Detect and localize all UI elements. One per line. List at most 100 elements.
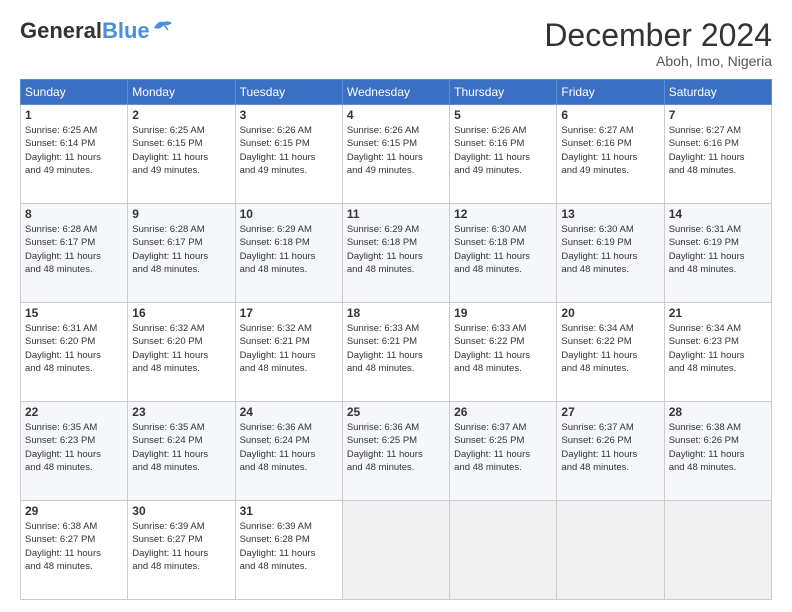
day-number: 22 [25, 405, 123, 419]
day-info: Sunrise: 6:32 AM Sunset: 6:21 PM Dayligh… [240, 322, 338, 375]
day-info: Sunrise: 6:35 AM Sunset: 6:24 PM Dayligh… [132, 421, 230, 474]
day-info: Sunrise: 6:31 AM Sunset: 6:19 PM Dayligh… [669, 223, 767, 276]
table-row: 23 Sunrise: 6:35 AM Sunset: 6:24 PM Dayli… [128, 402, 235, 501]
day-info: Sunrise: 6:35 AM Sunset: 6:23 PM Dayligh… [25, 421, 123, 474]
table-row: 13 Sunrise: 6:30 AM Sunset: 6:19 PM Dayli… [557, 204, 664, 303]
table-row: 17 Sunrise: 6:32 AM Sunset: 6:21 PM Dayli… [235, 303, 342, 402]
calendar-week-row: 29 Sunrise: 6:38 AM Sunset: 6:27 PM Dayli… [21, 501, 772, 600]
page: General Blue December 2024 Aboh, Imo, Ni… [0, 0, 792, 612]
table-row: 26 Sunrise: 6:37 AM Sunset: 6:25 PM Dayli… [450, 402, 557, 501]
day-number: 9 [132, 207, 230, 221]
day-info: Sunrise: 6:34 AM Sunset: 6:22 PM Dayligh… [561, 322, 659, 375]
month-title: December 2024 [544, 18, 772, 53]
col-tuesday: Tuesday [235, 80, 342, 105]
day-info: Sunrise: 6:38 AM Sunset: 6:27 PM Dayligh… [25, 520, 123, 573]
table-row: 27Sunrise: 6:37 AM Sunset: 6:26 PM Dayli… [557, 402, 664, 501]
day-info: Sunrise: 6:29 AM Sunset: 6:18 PM Dayligh… [240, 223, 338, 276]
table-row: 15 Sunrise: 6:31 AM Sunset: 6:20 PM Dayli… [21, 303, 128, 402]
table-row: 8 Sunrise: 6:28 AM Sunset: 6:17 PM Daylig… [21, 204, 128, 303]
table-row [342, 501, 449, 600]
day-info: Sunrise: 6:31 AM Sunset: 6:20 PM Dayligh… [25, 322, 123, 375]
day-info: Sunrise: 6:28 AM Sunset: 6:17 PM Dayligh… [25, 223, 123, 276]
day-number: 31 [240, 504, 338, 518]
calendar-week-row: 1Sunrise: 6:25 AM Sunset: 6:14 PM Daylig… [21, 105, 772, 204]
day-info: Sunrise: 6:34 AM Sunset: 6:23 PM Dayligh… [669, 322, 767, 375]
location: Aboh, Imo, Nigeria [544, 53, 772, 69]
col-friday: Friday [557, 80, 664, 105]
table-row: 24 Sunrise: 6:36 AM Sunset: 6:24 PM Dayli… [235, 402, 342, 501]
col-sunday: Sunday [21, 80, 128, 105]
table-row: 10 Sunrise: 6:29 AM Sunset: 6:18 PM Dayli… [235, 204, 342, 303]
day-info: Sunrise: 6:26 AM Sunset: 6:15 PM Dayligh… [347, 124, 445, 177]
table-row: 18Sunrise: 6:33 AM Sunset: 6:21 PM Dayli… [342, 303, 449, 402]
col-thursday: Thursday [450, 80, 557, 105]
day-number: 13 [561, 207, 659, 221]
table-row: 19Sunrise: 6:33 AM Sunset: 6:22 PM Dayli… [450, 303, 557, 402]
day-info: Sunrise: 6:39 AM Sunset: 6:28 PM Dayligh… [240, 520, 338, 573]
day-number: 5 [454, 108, 552, 122]
table-row: 5 Sunrise: 6:26 AM Sunset: 6:16 PM Daylig… [450, 105, 557, 204]
day-info: Sunrise: 6:38 AM Sunset: 6:26 PM Dayligh… [669, 421, 767, 474]
day-number: 15 [25, 306, 123, 320]
table-row: 16Sunrise: 6:32 AM Sunset: 6:20 PM Dayli… [128, 303, 235, 402]
day-number: 2 [132, 108, 230, 122]
day-info: Sunrise: 6:39 AM Sunset: 6:27 PM Dayligh… [132, 520, 230, 573]
day-number: 23 [132, 405, 230, 419]
table-row: 3 Sunrise: 6:26 AM Sunset: 6:15 PM Daylig… [235, 105, 342, 204]
table-row: 11Sunrise: 6:29 AM Sunset: 6:18 PM Dayli… [342, 204, 449, 303]
table-row: 1Sunrise: 6:25 AM Sunset: 6:14 PM Daylig… [21, 105, 128, 204]
calendar-week-row: 22 Sunrise: 6:35 AM Sunset: 6:23 PM Dayli… [21, 402, 772, 501]
day-number: 6 [561, 108, 659, 122]
table-row: 4 Sunrise: 6:26 AM Sunset: 6:15 PM Daylig… [342, 105, 449, 204]
day-info: Sunrise: 6:37 AM Sunset: 6:26 PM Dayligh… [561, 421, 659, 474]
day-number: 21 [669, 306, 767, 320]
day-number: 12 [454, 207, 552, 221]
table-row: 28 Sunrise: 6:38 AM Sunset: 6:26 PM Dayli… [664, 402, 771, 501]
logo-blue: Blue [102, 18, 150, 44]
day-info: Sunrise: 6:30 AM Sunset: 6:19 PM Dayligh… [561, 223, 659, 276]
day-number: 25 [347, 405, 445, 419]
day-number: 10 [240, 207, 338, 221]
day-info: Sunrise: 6:25 AM Sunset: 6:15 PM Dayligh… [132, 124, 230, 177]
day-number: 17 [240, 306, 338, 320]
table-row: 7 Sunrise: 6:27 AM Sunset: 6:16 PM Daylig… [664, 105, 771, 204]
col-wednesday: Wednesday [342, 80, 449, 105]
col-monday: Monday [128, 80, 235, 105]
day-info: Sunrise: 6:26 AM Sunset: 6:15 PM Dayligh… [240, 124, 338, 177]
logo-bird-icon [152, 18, 174, 36]
col-saturday: Saturday [664, 80, 771, 105]
table-row [664, 501, 771, 600]
calendar-week-row: 15 Sunrise: 6:31 AM Sunset: 6:20 PM Dayli… [21, 303, 772, 402]
day-info: Sunrise: 6:27 AM Sunset: 6:16 PM Dayligh… [669, 124, 767, 177]
day-info: Sunrise: 6:33 AM Sunset: 6:21 PM Dayligh… [347, 322, 445, 375]
table-row: 31 Sunrise: 6:39 AM Sunset: 6:28 PM Dayli… [235, 501, 342, 600]
table-row: 22 Sunrise: 6:35 AM Sunset: 6:23 PM Dayli… [21, 402, 128, 501]
calendar-week-row: 8 Sunrise: 6:28 AM Sunset: 6:17 PM Daylig… [21, 204, 772, 303]
day-number: 20 [561, 306, 659, 320]
day-info: Sunrise: 6:28 AM Sunset: 6:17 PM Dayligh… [132, 223, 230, 276]
day-number: 29 [25, 504, 123, 518]
day-info: Sunrise: 6:25 AM Sunset: 6:14 PM Dayligh… [25, 124, 123, 177]
table-row [450, 501, 557, 600]
table-row: 12 Sunrise: 6:30 AM Sunset: 6:18 PM Dayli… [450, 204, 557, 303]
day-number: 7 [669, 108, 767, 122]
day-info: Sunrise: 6:37 AM Sunset: 6:25 PM Dayligh… [454, 421, 552, 474]
day-number: 26 [454, 405, 552, 419]
table-row: 6Sunrise: 6:27 AM Sunset: 6:16 PM Daylig… [557, 105, 664, 204]
table-row: 21 Sunrise: 6:34 AM Sunset: 6:23 PM Dayli… [664, 303, 771, 402]
day-number: 28 [669, 405, 767, 419]
day-number: 8 [25, 207, 123, 221]
table-row: 29 Sunrise: 6:38 AM Sunset: 6:27 PM Dayli… [21, 501, 128, 600]
table-row: 30Sunrise: 6:39 AM Sunset: 6:27 PM Dayli… [128, 501, 235, 600]
header: General Blue December 2024 Aboh, Imo, Ni… [20, 18, 772, 69]
day-info: Sunrise: 6:36 AM Sunset: 6:24 PM Dayligh… [240, 421, 338, 474]
calendar-table: Sunday Monday Tuesday Wednesday Thursday… [20, 79, 772, 600]
day-info: Sunrise: 6:30 AM Sunset: 6:18 PM Dayligh… [454, 223, 552, 276]
day-number: 24 [240, 405, 338, 419]
day-number: 3 [240, 108, 338, 122]
day-info: Sunrise: 6:26 AM Sunset: 6:16 PM Dayligh… [454, 124, 552, 177]
table-row: 25Sunrise: 6:36 AM Sunset: 6:25 PM Dayli… [342, 402, 449, 501]
day-number: 14 [669, 207, 767, 221]
calendar-header-row: Sunday Monday Tuesday Wednesday Thursday… [21, 80, 772, 105]
day-number: 4 [347, 108, 445, 122]
